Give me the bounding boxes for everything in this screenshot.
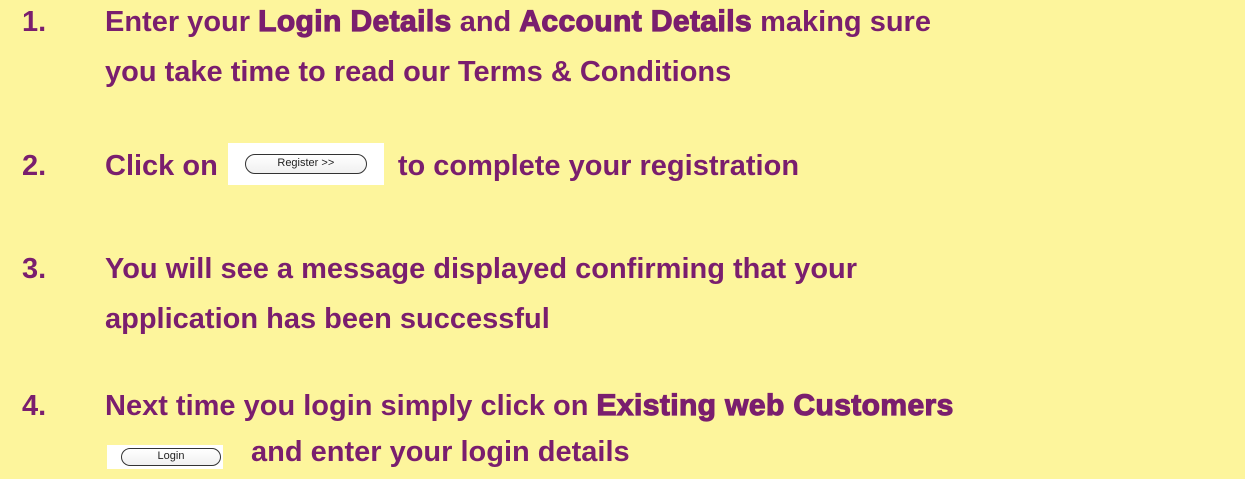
step-text-line2: you take time to read our Terms & Condit… <box>105 56 732 88</box>
step-text-post: and enter your login details <box>251 436 630 468</box>
register-button-frame: Register >> <box>227 143 384 186</box>
step-text-line1: You will see a message displayed confirm… <box>105 253 858 285</box>
login-details-emphasis: Login Details <box>257 4 452 38</box>
step-text-post: making sure <box>752 6 931 38</box>
register-button[interactable]: Register >> <box>244 154 367 175</box>
step-text-pre: Next time you login simply click on <box>105 390 597 422</box>
login-button-frame: Login <box>107 445 223 470</box>
step-text-mid: and <box>451 6 520 38</box>
step-text-line2: application has been successful <box>105 303 550 335</box>
account-details-emphasis: Account Details <box>519 4 753 38</box>
existing-web-customers-emphasis: Existing web Customers <box>596 388 954 422</box>
step-text-pre: Enter your <box>105 6 259 38</box>
step-number: 4. <box>22 390 47 422</box>
step-text: Click on Register >> to complete your regi… <box>105 143 1235 188</box>
login-button[interactable]: Login <box>121 448 221 467</box>
step-number: 1. <box>22 6 47 38</box>
step-text-pre: Click on <box>105 150 218 182</box>
step-text-post: to complete your registration <box>397 150 800 182</box>
step-number: 2. <box>22 150 47 182</box>
step-text-line2: Login and enter your login details <box>105 432 1235 472</box>
step-text: Next time you login simply click on Exis… <box>105 386 1235 472</box>
step-text: Enter your Login Details and Account Det… <box>105 2 1235 92</box>
step-text: You will see a message displayed confirm… <box>105 249 1235 339</box>
step-number: 3. <box>22 253 47 285</box>
